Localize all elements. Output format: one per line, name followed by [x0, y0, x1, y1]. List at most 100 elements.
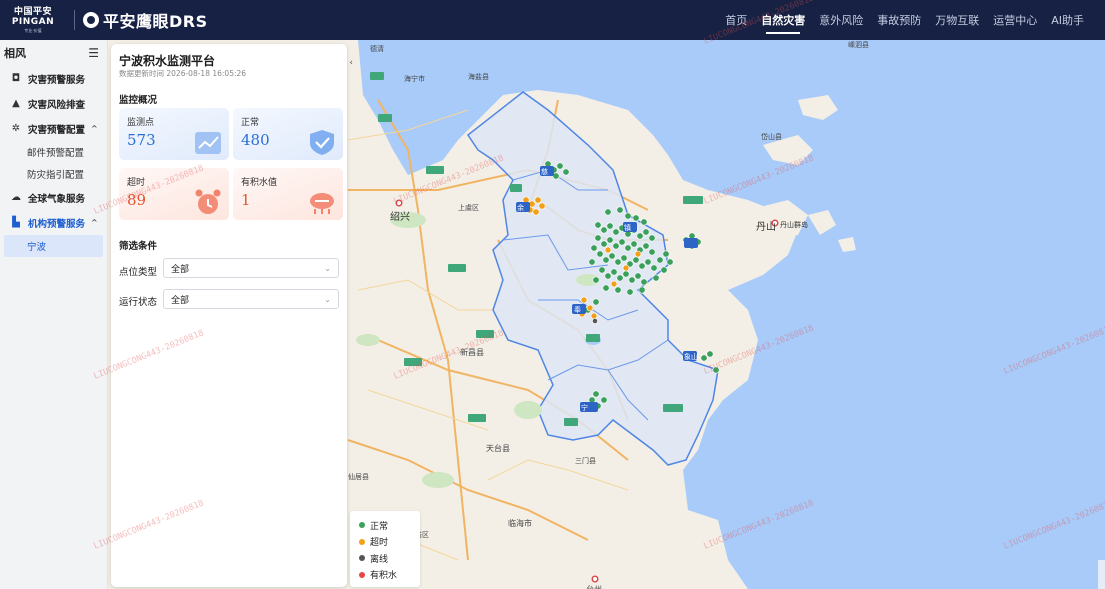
menu-collapse-icon[interactable]: ☰ [88, 46, 99, 60]
chevron-up-icon: ^ [91, 124, 98, 133]
map-label-zhoushan-islands: 丹山群岛 [780, 221, 808, 229]
map-label-zhoushan: 丹山 [756, 222, 776, 233]
map-edge-marker [1098, 560, 1105, 589]
card-value: 1 [241, 191, 251, 209]
map-label-ninghai: 宁 [581, 404, 588, 412]
legend-item-timeout[interactable]: 超时 [359, 534, 420, 551]
filter-run-status-label: 运行状态 [119, 297, 158, 308]
card-label: 正常 [241, 118, 260, 128]
warning-triangle-icon: ▲ [12, 98, 20, 109]
cloud-icon: ☁ [11, 192, 21, 203]
map-label-linhai: 临海市 [508, 519, 532, 528]
map-label-shengsi: 嵊泗县 [848, 41, 869, 49]
run-status-select[interactable]: 全部 ⌄ [163, 289, 339, 309]
chart-icon [195, 132, 221, 154]
card-label: 有积水值 [241, 178, 278, 188]
map-label-jiaxing: 海宁市 [404, 75, 425, 83]
legend-dot [359, 571, 365, 578]
map-label-xinchang: 新昌县 [460, 348, 484, 357]
map-label-cixi: 慈 [541, 168, 548, 176]
sidebar-item-global-weather[interactable]: ☁ 全球气象服务 [0, 185, 107, 210]
alarm-clock-icon [195, 189, 221, 214]
legend-label: 有积水 [370, 571, 398, 582]
sidebar-item-warning-config[interactable]: ✲ 灾害预警配置 ^ [0, 116, 107, 141]
sidebar-subitem-email-config[interactable]: 邮件预警配置 [0, 141, 107, 163]
nav-accident-prevention[interactable]: 事故预防 [870, 0, 928, 40]
map-label-fenghua: 奉 [574, 306, 581, 314]
chevron-left-icon[interactable]: ‹ [349, 58, 353, 68]
brand-name: 平安鹰眼DRS [103, 12, 208, 31]
monitor-panel: 宁波积水监测平台 数据更新时间 2026-08-18 16:05:26 ‹ 监控… [111, 44, 353, 587]
card-water-logged[interactable]: 有积水值 1 [233, 168, 343, 220]
card-normal[interactable]: 正常 480 [233, 108, 343, 160]
map-label-zhenhai: 镇 [624, 224, 631, 232]
card-label: 超时 [127, 178, 146, 188]
sidebar-header: 相风 ☰ [0, 40, 107, 66]
sidebar-subitem-guide-config[interactable]: 防灾指引配置 [0, 163, 107, 185]
eye-icon [83, 12, 99, 28]
legend-label: 正常 [370, 521, 389, 532]
nav-accident-risk[interactable]: 意外风险 [812, 0, 870, 40]
map-label-xiangshan: 象山 [684, 353, 698, 361]
map-label-taizhou: 台州 [586, 584, 602, 589]
brand[interactable]: 平安鹰眼DRS [83, 8, 208, 32]
panel-updated-time: 数据更新时间 2026-08-18 16:05:26 [119, 69, 247, 78]
nav-natural-disaster[interactable]: 自然灾害 [754, 0, 812, 40]
sidebar-item-risk-check[interactable]: ▲ 灾害风险排查 [0, 91, 107, 116]
nav-ai-assistant[interactable]: AI助手 [1044, 0, 1091, 40]
legend-item-offline[interactable]: 离线 [359, 550, 420, 567]
sidebar: 相风 ☰ ◘ 灾害预警服务 ▲ 灾害风险排查 ✲ 灾害预警配置 ^ 邮件预警配置… [0, 40, 108, 589]
sidebar-item-label: 机构预警服务 [28, 218, 86, 230]
shield-check-icon [310, 130, 334, 155]
gear-icon: ✲ [11, 123, 21, 134]
card-value: 573 [127, 131, 156, 149]
top-nav: 首页 自然灾害 意外风险 事故预防 万物互联 运营中心 AI助手 [718, 0, 1091, 40]
top-header: 中国平安 PINGAN 专业·价值 平安鹰眼DRS 首页 自然灾害 意外风险 事… [0, 0, 1105, 40]
legend-label: 离线 [370, 554, 389, 565]
card-label: 监测点 [127, 118, 155, 128]
rain-cloud-icon [310, 193, 334, 214]
sidebar-item-org-warning[interactable]: ▙ 机构预警服务 ^ [0, 210, 107, 235]
sidebar-item-disaster-warning[interactable]: ◘ 灾害预警服务 [0, 66, 107, 91]
panel-title: 宁波积水监测平台 [119, 54, 216, 68]
map-label-yuyao: 余 [517, 204, 524, 212]
sea-area [358, 40, 1105, 589]
chevron-up-icon: ^ [91, 218, 98, 227]
sidebar-subitem-ningbo[interactable]: 宁波 [4, 235, 103, 257]
legend-item-normal[interactable]: 正常 [359, 517, 420, 534]
select-value: 全部 [171, 295, 190, 306]
nav-operation-center[interactable]: 运营中心 [986, 0, 1044, 40]
sidebar-item-label: 灾害预警配置 [28, 124, 86, 136]
header-divider [74, 10, 75, 30]
map-label-shangyu: 上虞区 [458, 204, 479, 212]
pingan-logo[interactable]: 中国平安 PINGAN 专业·价值 [0, 6, 66, 33]
nav-home[interactable]: 首页 [718, 0, 754, 40]
point-type-select[interactable]: 全部 ⌄ [163, 258, 339, 278]
map-label-shaoxing: 绍兴 [390, 212, 410, 223]
filter-point-type-label: 点位类型 [119, 267, 158, 278]
map-label-tiantai: 天台县 [486, 444, 510, 453]
map-label-sanmen: 三门县 [575, 457, 596, 465]
legend-dot [359, 538, 365, 545]
bank-icon: ▙ [12, 217, 20, 228]
legend-label: 超时 [370, 538, 389, 549]
map-label-xianju: 仙居县 [348, 473, 369, 481]
legend-item-water[interactable]: 有积水 [359, 567, 420, 584]
logo-line1: 中国平安 [13, 6, 52, 17]
filter-title: 筛选条件 [119, 241, 158, 252]
chevron-down-icon: ⌄ [324, 294, 331, 304]
chevron-down-icon: ⌄ [324, 263, 331, 273]
sidebar-title: 相风 [4, 47, 26, 60]
map-label-huzhou: 德清 [370, 45, 384, 53]
offline-point [592, 318, 598, 324]
card-timeout[interactable]: 超时 89 [119, 168, 229, 220]
select-value: 全部 [171, 264, 190, 275]
map-label-haiyan: 海盐县 [468, 73, 489, 81]
card-value: 480 [241, 131, 270, 149]
card-monitor-points[interactable]: 监测点 573 [119, 108, 229, 160]
map-label-daishan: 岱山县 [761, 133, 782, 141]
sidebar-item-label: 灾害预警服务 [28, 74, 86, 86]
nav-iot[interactable]: 万物互联 [928, 0, 986, 40]
alert-icon: ◘ [11, 73, 21, 84]
sidebar-item-label: 灾害风险排查 [28, 99, 86, 111]
